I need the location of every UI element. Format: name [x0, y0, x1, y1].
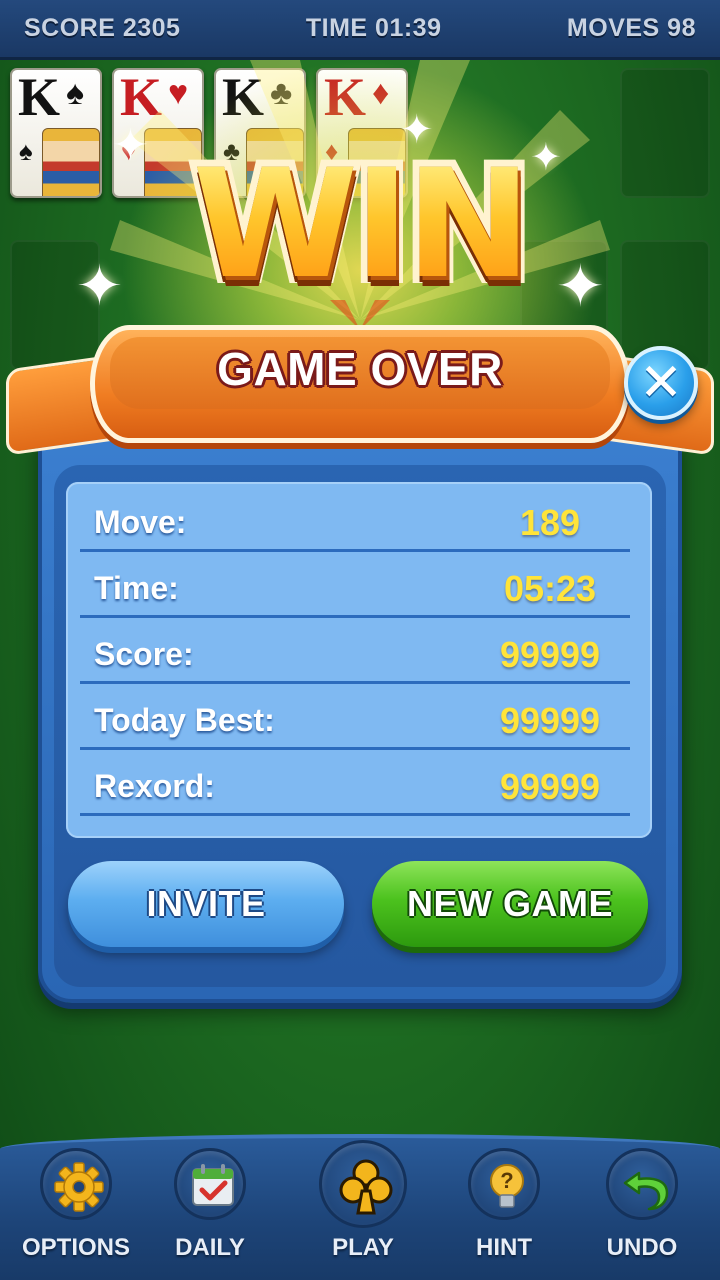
- stat-value: 05:23: [503, 568, 597, 609]
- close-button[interactable]: ✕: [624, 346, 698, 420]
- stat-value: 189: [519, 502, 581, 543]
- nav-daily[interactable]: DAILY: [140, 1148, 280, 1262]
- stat-value: 99999: [499, 700, 601, 741]
- stat-label: Today Best:: [94, 702, 275, 738]
- win-headline: WIN: [120, 150, 600, 300]
- stat-row-move: Move: 189: [80, 486, 630, 552]
- sparkle-icon: ✦: [556, 254, 605, 319]
- invite-button[interactable]: INVITE: [68, 861, 344, 947]
- sparkle-icon: ✦: [112, 121, 149, 170]
- calendar-check-icon: [174, 1148, 246, 1220]
- close-icon: ✕: [639, 354, 683, 412]
- nav-play[interactable]: PLAY: [293, 1140, 433, 1262]
- stat-row-time: Time: 05:23: [80, 552, 630, 618]
- nav-options[interactable]: OPTIONS: [6, 1148, 146, 1262]
- stat-label: Rexord:: [94, 768, 215, 804]
- stat-row-score: Score: 99999: [80, 618, 630, 684]
- nav-label: PLAY: [332, 1234, 394, 1261]
- nav-label: UNDO: [606, 1234, 678, 1261]
- undo-arrow-icon: [606, 1148, 678, 1220]
- stat-label: Time:: [94, 570, 179, 606]
- stat-value: 99999: [499, 766, 601, 807]
- sparkle-icon: ✦: [400, 108, 434, 152]
- lightbulb-question-icon: ?: [468, 1148, 540, 1220]
- dialog-title: GAME OVER: [217, 343, 503, 395]
- stat-label: Score:: [94, 636, 194, 672]
- stat-row-record: Rexord: 99999: [80, 750, 630, 816]
- svg-text:?: ?: [500, 1168, 513, 1193]
- stats-table: Move: 189 Time: 05:23 Score: 99999 Today…: [66, 482, 652, 838]
- nav-label: HINT: [476, 1234, 532, 1261]
- nav-undo[interactable]: UNDO: [572, 1148, 712, 1262]
- nav-label: OPTIONS: [21, 1234, 130, 1261]
- stat-label: Move:: [94, 504, 187, 540]
- stat-value: 99999: [499, 634, 601, 675]
- nav-label: DAILY: [175, 1234, 245, 1261]
- sparkle-icon: ✦: [76, 254, 123, 317]
- new-game-button[interactable]: NEW GAME: [372, 861, 648, 947]
- nav-hint[interactable]: ? HINT: [434, 1148, 574, 1262]
- sparkle-icon: ✦: [530, 137, 562, 179]
- stat-row-today-best: Today Best: 99999: [80, 684, 630, 750]
- gear-icon: [40, 1148, 112, 1220]
- club-icon: [319, 1140, 407, 1228]
